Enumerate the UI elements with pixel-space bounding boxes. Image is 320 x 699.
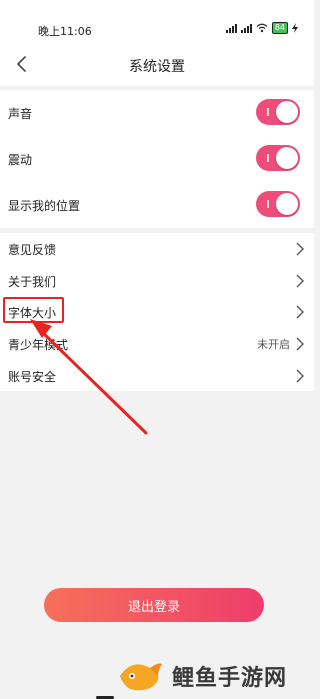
watermark-text: 鲤鱼手游网: [172, 665, 288, 691]
watermark: 鲤鱼手游网: [112, 652, 314, 699]
fish-logo-icon: [120, 663, 162, 690]
logout-button[interactable]: 退出登录: [44, 588, 264, 622]
